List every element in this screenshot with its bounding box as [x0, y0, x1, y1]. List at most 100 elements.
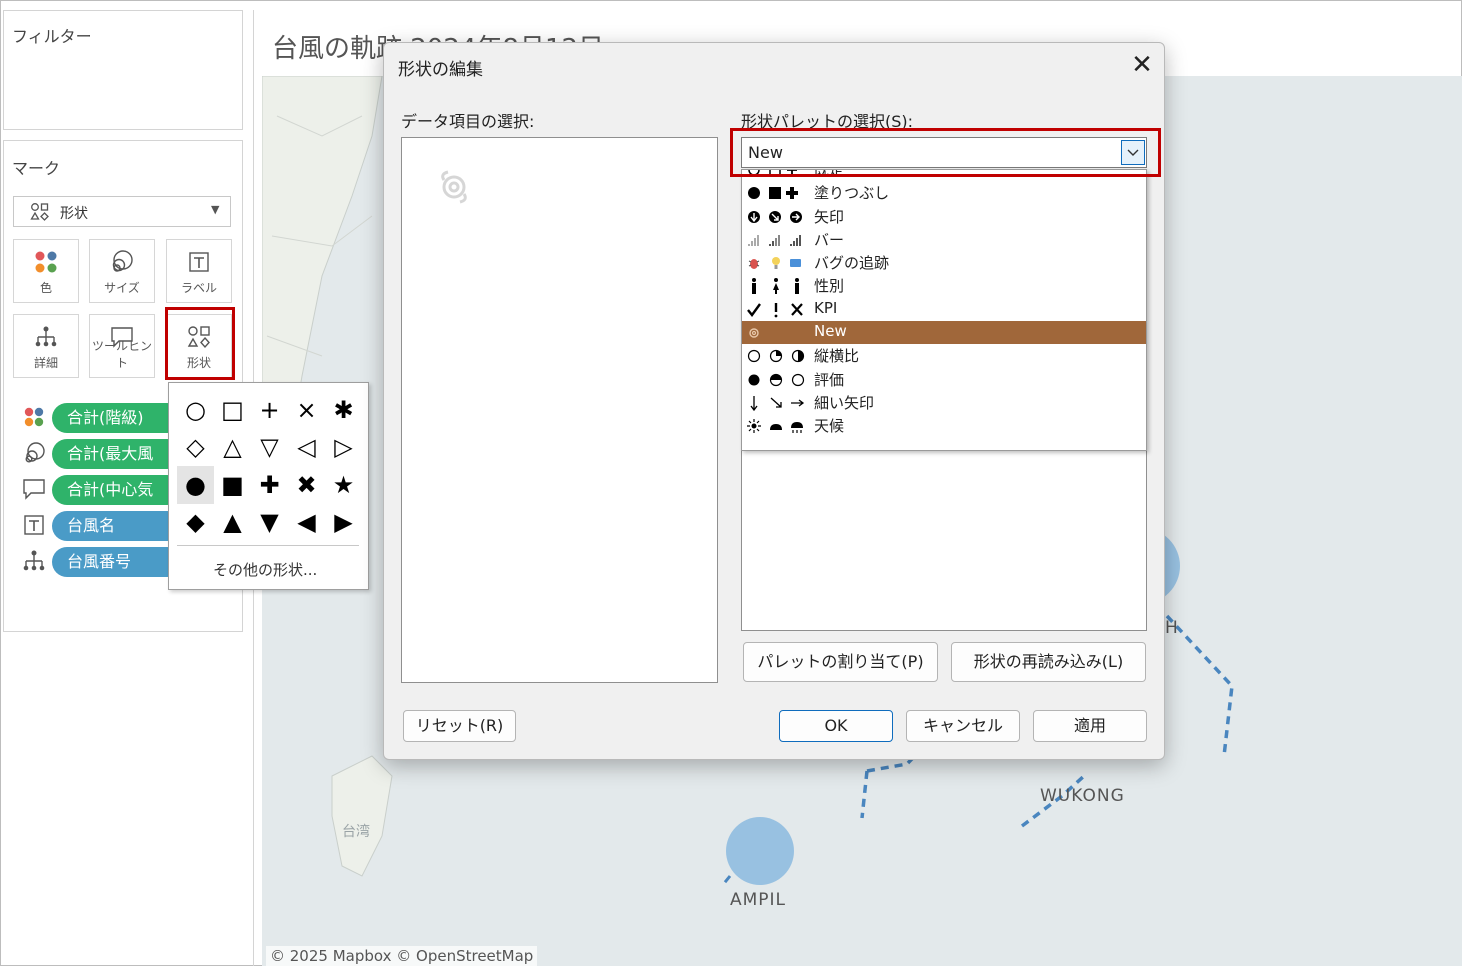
pill-sum-grade-label: 合計(階級): [67, 408, 144, 427]
shape-square-open[interactable]: □: [214, 391, 251, 429]
shape-plus[interactable]: +: [251, 391, 288, 429]
shape-triangle-up-filled[interactable]: ▲: [214, 504, 251, 542]
marks-label-button[interactable]: ラベル: [166, 239, 232, 303]
palette-option-weather[interactable]: 天候: [742, 414, 1146, 437]
shape-triangle-down-open[interactable]: ▽: [251, 429, 288, 467]
marks-color-button[interactable]: 色: [13, 239, 79, 303]
shape-triangle-right-open[interactable]: ▷: [325, 429, 362, 467]
palette-option-label: 天候: [814, 417, 845, 436]
pill-typhoon-number[interactable]: 台風番号: [52, 547, 182, 577]
shape-times[interactable]: ×: [288, 391, 325, 429]
palette-option-bars[interactable]: バー: [742, 228, 1146, 251]
more-shapes-link[interactable]: その他の形状...: [213, 559, 317, 580]
shape-diamond-open[interactable]: ◇: [177, 429, 214, 467]
ratio-icons-icon: [747, 350, 805, 363]
map-label-h: H: [1165, 618, 1178, 638]
palette-option-label: 塗りつぶし: [814, 184, 890, 203]
reset-button[interactable]: リセット(R): [403, 710, 516, 742]
shape-triangle-down-filled[interactable]: ▼: [251, 504, 288, 542]
shape-triangle-left-filled[interactable]: ◀: [288, 504, 325, 542]
palette-combobox-highlight: [730, 128, 1161, 177]
filled-shapes-icon: [748, 187, 798, 200]
palette-dropdown: 既定 塗りつぶし 矢印 バー バグの追跡 性別 KPI New 縦横比 評価 細…: [741, 169, 1147, 451]
pill-sum-center-pressure[interactable]: 合計(中心気: [52, 475, 182, 505]
palette-option-gender[interactable]: 性別: [742, 274, 1146, 297]
marks-tooltip-label: ツールヒント: [91, 339, 152, 370]
marks-detail-button[interactable]: 詳細: [13, 314, 79, 378]
shape-circle-open[interactable]: ○: [177, 391, 214, 429]
pill-sum-max-wind[interactable]: 合計(最大風: [52, 439, 182, 469]
bar-icons-icon: [748, 234, 801, 246]
popup-divider: [177, 545, 359, 546]
apply-button[interactable]: 適用: [1033, 710, 1147, 742]
shape-triangle-up-open[interactable]: △: [214, 429, 251, 467]
palette-option-label: New: [814, 322, 847, 341]
palette-option-label: 細い矢印: [814, 393, 875, 412]
shape-circle-filled[interactable]: ●: [177, 466, 214, 504]
assign-palette-button[interactable]: パレットの割り当て(P): [743, 642, 938, 682]
label-icon: [167, 248, 231, 276]
shape-square-filled[interactable]: ■: [214, 466, 251, 504]
palette-option-thin-arrows[interactable]: 細い矢印: [742, 391, 1146, 414]
pill-sum-center-pressure-label: 合計(中心気: [67, 480, 154, 499]
palette-option-rating[interactable]: 評価: [742, 368, 1146, 391]
dialog-title: 形状の編集: [398, 60, 483, 80]
shape-button-highlight: [165, 307, 235, 380]
thin-arrow-icons-icon: [750, 395, 805, 412]
palette-option-label: バグの追跡: [814, 254, 890, 273]
shape-diamond-filled[interactable]: ◆: [177, 504, 214, 542]
gender-icons-icon: [752, 278, 799, 295]
size-icon: [22, 441, 46, 465]
marks-title: マーク: [12, 159, 61, 178]
marks-size-button[interactable]: サイズ: [89, 239, 155, 303]
marks-tooltip-button[interactable]: ツールヒント: [89, 314, 155, 378]
shape-icon: [30, 203, 49, 221]
palette-option-label: 縦横比: [814, 347, 860, 366]
ok-button[interactable]: OK: [779, 710, 893, 742]
palette-option-label: 評価: [814, 370, 845, 389]
size-icon: [90, 248, 154, 276]
shape-times-filled[interactable]: ✖: [288, 466, 325, 504]
shape-plus-filled[interactable]: ✚: [251, 466, 288, 504]
chevron-down-icon: ▼: [211, 203, 220, 216]
label-icon: [22, 513, 46, 537]
detail-icon: [22, 549, 46, 573]
cancel-button[interactable]: キャンセル: [906, 710, 1020, 742]
marks-color-label: 色: [39, 281, 52, 295]
map-label-wukong: WUKONG: [1040, 786, 1125, 806]
palette-option-new[interactable]: New: [742, 321, 1146, 345]
shape-star-filled[interactable]: ★: [325, 466, 362, 504]
rating-icons-icon: [748, 373, 805, 386]
mark-type-label: 形状: [60, 206, 88, 222]
pill-typhoon-name[interactable]: 台風名: [52, 511, 182, 541]
mark-type-dropdown[interactable]: 形状 ▼: [13, 196, 231, 227]
palette-option-kpi[interactable]: KPI: [742, 298, 1146, 321]
palette-option-arrows[interactable]: 矢印: [742, 205, 1146, 228]
edit-shape-dialog: 形状の編集 ✕ データ項目の選択: 形状パレットの選択(S): New 既定 塗…: [383, 42, 1165, 760]
palette-option-aspect-ratio[interactable]: 縦横比: [742, 344, 1146, 367]
palette-option-filled[interactable]: 塗りつぶし: [742, 181, 1146, 204]
palette-option-bug-tracking[interactable]: バグの追跡: [742, 251, 1146, 274]
shape-triangle-left-open[interactable]: ◁: [288, 429, 325, 467]
reload-shapes-button[interactable]: 形状の再読み込み(L): [951, 642, 1146, 682]
palette-option-label: 矢印: [814, 207, 845, 226]
close-icon[interactable]: ✕: [1128, 49, 1156, 81]
shape-asterisk[interactable]: ✱: [325, 391, 362, 429]
marks-detail-label: 詳細: [33, 356, 58, 370]
typhoon-bubble-ampil: [726, 817, 794, 885]
pill-sum-grade[interactable]: 合計(階級): [52, 403, 182, 433]
pill-typhoon-number-label: 台風番号: [67, 552, 132, 571]
marks-size-label: サイズ: [104, 281, 140, 295]
map-label-ampil: AMPIL: [730, 890, 787, 910]
pill-sum-max-wind-label: 合計(最大風: [67, 444, 154, 463]
map-attribution[interactable]: © 2025 Mapbox © OpenStreetMap: [266, 946, 538, 966]
shape-triangle-right-filled[interactable]: ▶: [325, 504, 362, 542]
detail-icon: [14, 323, 78, 351]
data-item-list[interactable]: [401, 137, 718, 683]
filters-shelf[interactable]: フィルター: [3, 10, 243, 130]
palette-option-label: KPI: [814, 298, 838, 317]
tooltip-icon: [22, 477, 46, 501]
typhoon-icon: [749, 328, 759, 338]
color-dots-icon: [14, 248, 78, 276]
weather-icons-icon: [747, 419, 803, 434]
